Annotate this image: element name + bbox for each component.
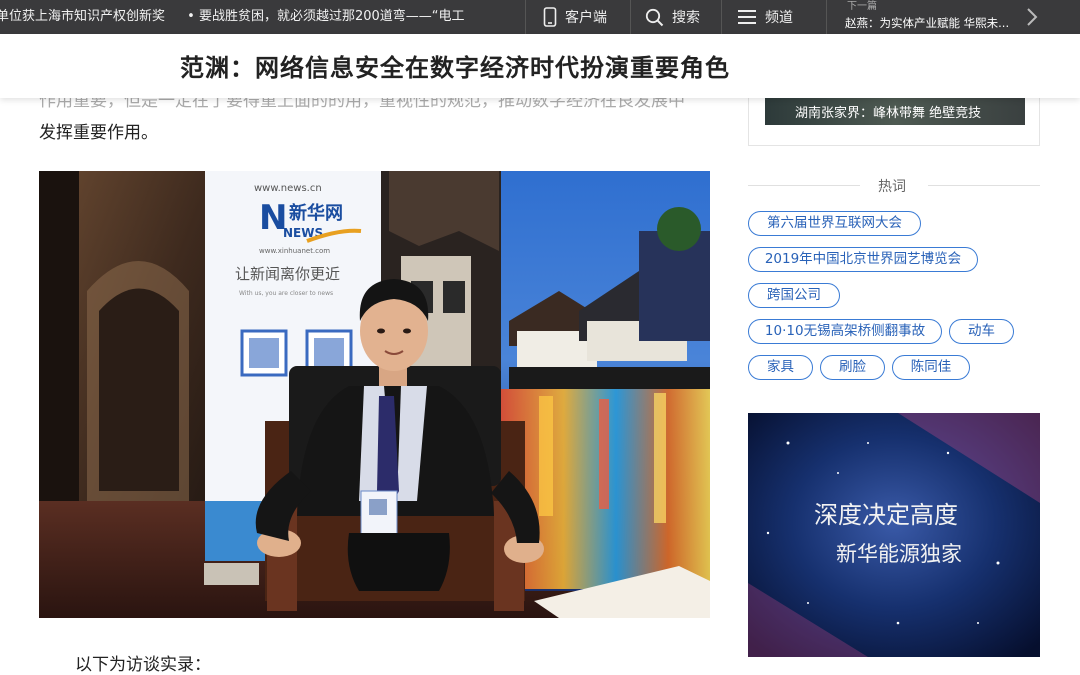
hot-word-tag[interactable]: 家具 xyxy=(748,355,813,380)
ad-banner[interactable]: 深度决定高度 新华能源独家 xyxy=(748,413,1040,657)
divider xyxy=(630,0,631,34)
hot-words-header: 热词 xyxy=(748,176,1040,196)
hot-word-tag[interactable]: 刷脸 xyxy=(820,355,885,380)
client-button[interactable]: 客户端 xyxy=(543,0,607,34)
article-photo[interactable]: www.news.cn N 新华网 NEWS www.xinhuanet.com… xyxy=(39,171,710,618)
next-article-label: 下一篇 xyxy=(847,1,877,12)
divider xyxy=(525,0,526,34)
ticker-item[interactable]: • 要战胜贫困，就必须越过那200道弯——“电工 xyxy=(187,0,464,34)
channel-label: 频道 xyxy=(765,10,793,26)
ad-subline: 新华能源独家 xyxy=(836,542,962,566)
divider xyxy=(748,185,860,186)
backdrop-site: www.xinhuanet.com xyxy=(259,247,330,255)
menu-icon xyxy=(738,10,756,24)
channel-menu-button[interactable]: 频道 xyxy=(737,0,793,34)
chevron-right-icon xyxy=(1027,8,1038,26)
top-nav-bar: 单位获上海市知识产权创新奖 • 要战胜贫困，就必须越过那200道弯——“电工 客… xyxy=(0,0,1080,34)
hot-word-tag[interactable]: 动车 xyxy=(949,319,1014,344)
next-article-title[interactable]: 赵燕：为实体产业赋能 华熙未... xyxy=(845,15,1009,31)
hot-word-tag[interactable]: 2019年中国北京世界园艺博览会 xyxy=(748,247,978,272)
next-article-link[interactable]: 下一篇 赵燕：为实体产业赋能 华熙未... xyxy=(845,0,1025,34)
article-paragraph: 以下为访谈实录： xyxy=(75,655,211,675)
divider xyxy=(826,0,827,34)
client-label: 客户端 xyxy=(565,10,607,26)
hot-word-tag[interactable]: 陈同佳 xyxy=(892,355,970,380)
search-icon xyxy=(645,8,664,26)
hot-word-tag[interactable]: 第六届世界互联网大会 xyxy=(748,211,921,236)
backdrop-slogan-en: With us, you are closer to news xyxy=(239,290,333,297)
backdrop-slogan: 让新闻离你更近 xyxy=(235,265,340,283)
backdrop-url: www.news.cn xyxy=(254,183,322,194)
search-button[interactable]: 搜索 xyxy=(645,0,700,34)
sticky-title-bar: 范渊：网络信息安全在数字经济时代扮演重要角色 xyxy=(0,34,1080,98)
ad-background: 深度决定高度 新华能源独家 xyxy=(748,413,1040,657)
interview-photo-illustration: www.news.cn N 新华网 NEWS www.xinhuanet.com… xyxy=(39,171,710,618)
ticker-item[interactable]: 单位获上海市知识产权创新奖 xyxy=(0,0,165,34)
search-label: 搜索 xyxy=(672,10,700,26)
ad-headline: 深度决定高度 xyxy=(814,501,958,529)
divider xyxy=(721,0,722,34)
article-paragraph: 发挥重要作用。 xyxy=(39,123,158,143)
news-ticker[interactable]: 单位获上海市知识产权创新奖 • 要战胜贫困，就必须越过那200道弯——“电工 xyxy=(0,0,524,34)
featured-caption[interactable]: 湖南张家界：峰林带舞 绝壁竞技 xyxy=(795,102,981,121)
divider xyxy=(928,185,1040,186)
next-arrow-button[interactable] xyxy=(1022,5,1042,29)
phone-icon xyxy=(543,7,557,27)
article-title: 范渊：网络信息安全在数字经济时代扮演重要角色 xyxy=(180,54,730,82)
hot-words-title: 热词 xyxy=(878,179,906,195)
hot-word-tag[interactable]: 跨国公司 xyxy=(748,283,840,308)
backdrop-brand: 新华网 xyxy=(289,202,343,224)
hot-word-tag[interactable]: 10·10无锡高架桥侧翻事故 xyxy=(748,319,942,344)
